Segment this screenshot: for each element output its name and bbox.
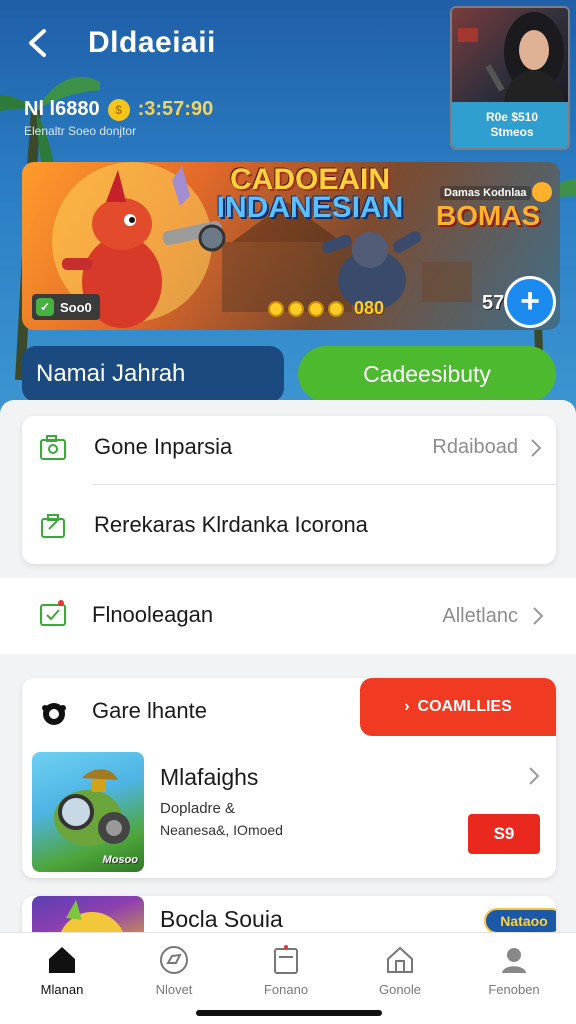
check-icon: ✓ <box>36 298 54 316</box>
user-name-pill[interactable]: Namai Jahrah <box>22 346 284 402</box>
chevron-right-icon <box>531 439 542 457</box>
game-subtitle: Dopladre & <box>160 800 236 817</box>
list-item[interactable]: Gone Inparsia Rdaiboad <box>22 416 556 480</box>
chevron-right-icon[interactable] <box>528 766 540 786</box>
chevron-right-icon <box>533 607 544 625</box>
banner-title-line2: INDANESIAN <box>216 191 404 224</box>
live-card-caption: R0e $510 Stmeos <box>452 102 568 148</box>
coin-icon <box>268 300 284 317</box>
tab-calendar[interactable]: Fonano <box>236 939 336 999</box>
header-subcaption: Elenaltr Soeo donjtor <box>24 124 137 138</box>
banner-badge: ✓ Soo0 <box>32 294 100 320</box>
plain-row[interactable]: Flnooleagan Alletlanc <box>0 578 576 654</box>
banner-coins: 080 <box>268 298 384 319</box>
tab-label: Nlovet <box>155 982 193 997</box>
coin-icon <box>328 300 344 317</box>
live-card-price: R0e $510 <box>485 110 539 124</box>
games-button-label: COAMLLIES <box>417 698 512 715</box>
tab-label: Mlanan <box>40 982 84 997</box>
timer-label: Nl l6880 <box>24 98 100 120</box>
coin-icon <box>288 300 304 317</box>
price-badge[interactable]: S9 <box>468 814 540 854</box>
game-title: Bocla Souia <box>160 906 283 932</box>
list-item-label: Gone Inparsia <box>94 434 233 459</box>
compass-icon <box>160 946 188 974</box>
streamer-avatar-icon <box>458 12 564 102</box>
chevron-left-icon <box>29 29 46 57</box>
profile-icon <box>502 948 526 973</box>
game-description: Neanesa&, IOmoed <box>160 822 283 838</box>
timer-row: Nl l6880 $ :3:57:90 <box>24 98 213 121</box>
page-title: Dldaeiaii <box>88 26 216 59</box>
edit-note-icon <box>41 514 65 538</box>
primary-cta-button[interactable]: Cadeesibuty <box>298 346 556 402</box>
chevron-right-icon: › <box>404 698 410 715</box>
tab-discover[interactable]: Nlovet <box>124 939 224 999</box>
banner-side-title: BOMAS <box>436 200 541 231</box>
game-section-title: Gare lhante <box>92 698 207 723</box>
gift-list-icon <box>40 600 66 626</box>
calendar-icon <box>274 945 298 974</box>
house-outline-icon <box>387 946 413 973</box>
list-item[interactable]: Rerekaras Klrdanka Icorona <box>22 494 556 558</box>
home-icon <box>49 947 75 973</box>
game-section-card: Gare lhante › COAMLLIES Mosoo Mlafaighs … <box>22 678 556 878</box>
banner-badge-label: Soo0 <box>60 299 92 315</box>
tab-home[interactable]: Mlanan <box>12 939 112 999</box>
timer-value: :3:57:90 <box>137 98 214 120</box>
live-card-status: Stmeos <box>490 125 534 139</box>
coin-icon <box>308 300 324 317</box>
thumb-caption: Mosoo <box>102 854 138 866</box>
plain-row-label: Flnooleagan <box>92 602 214 627</box>
promo-banner[interactable]: CADOEAIN INDANESIAN Damas Kodnlaa BOMAS … <box>22 162 560 330</box>
options-card: Gone Inparsia Rdaiboad Rerekaras Klrdank… <box>22 416 556 564</box>
live-stream-card[interactable]: R0e $510 Stmeos <box>450 6 570 150</box>
tab-label: Fonano <box>263 982 309 997</box>
game-badge: Nataoo <box>484 908 556 934</box>
tab-label: Gonole <box>379 982 421 997</box>
banner-title-line1: CADOEAIN <box>229 163 390 196</box>
game-title[interactable]: Mlafaighs <box>160 764 258 791</box>
back-button[interactable] <box>20 26 54 60</box>
streamer-photo <box>452 8 568 102</box>
coin-icon: $ <box>107 98 130 121</box>
home-indicator <box>196 1010 382 1016</box>
tab-label: Fenoben <box>488 982 540 997</box>
camera-icon <box>40 435 66 460</box>
tab-house[interactable]: Gonole <box>350 939 450 999</box>
banner-coin-count: 080 <box>354 298 385 318</box>
plain-row-value: Alletlanc <box>442 605 518 627</box>
banner-title: CADOEAIN INDANESIAN <box>210 163 410 224</box>
games-button[interactable]: › COAMLLIES <box>360 678 556 736</box>
add-button[interactable]: + <box>504 276 556 328</box>
list-item-value: Rdaiboad <box>432 436 518 458</box>
game-thumbnail[interactable]: Mosoo <box>32 752 144 872</box>
gamepad-icon <box>42 703 66 725</box>
tab-profile[interactable]: Fenoben <box>464 939 564 999</box>
list-item-label: Rerekaras Klrdanka Icorona <box>94 512 368 537</box>
divider <box>92 484 556 485</box>
banner-side-tag: Damas Kodnlaa <box>440 186 531 200</box>
